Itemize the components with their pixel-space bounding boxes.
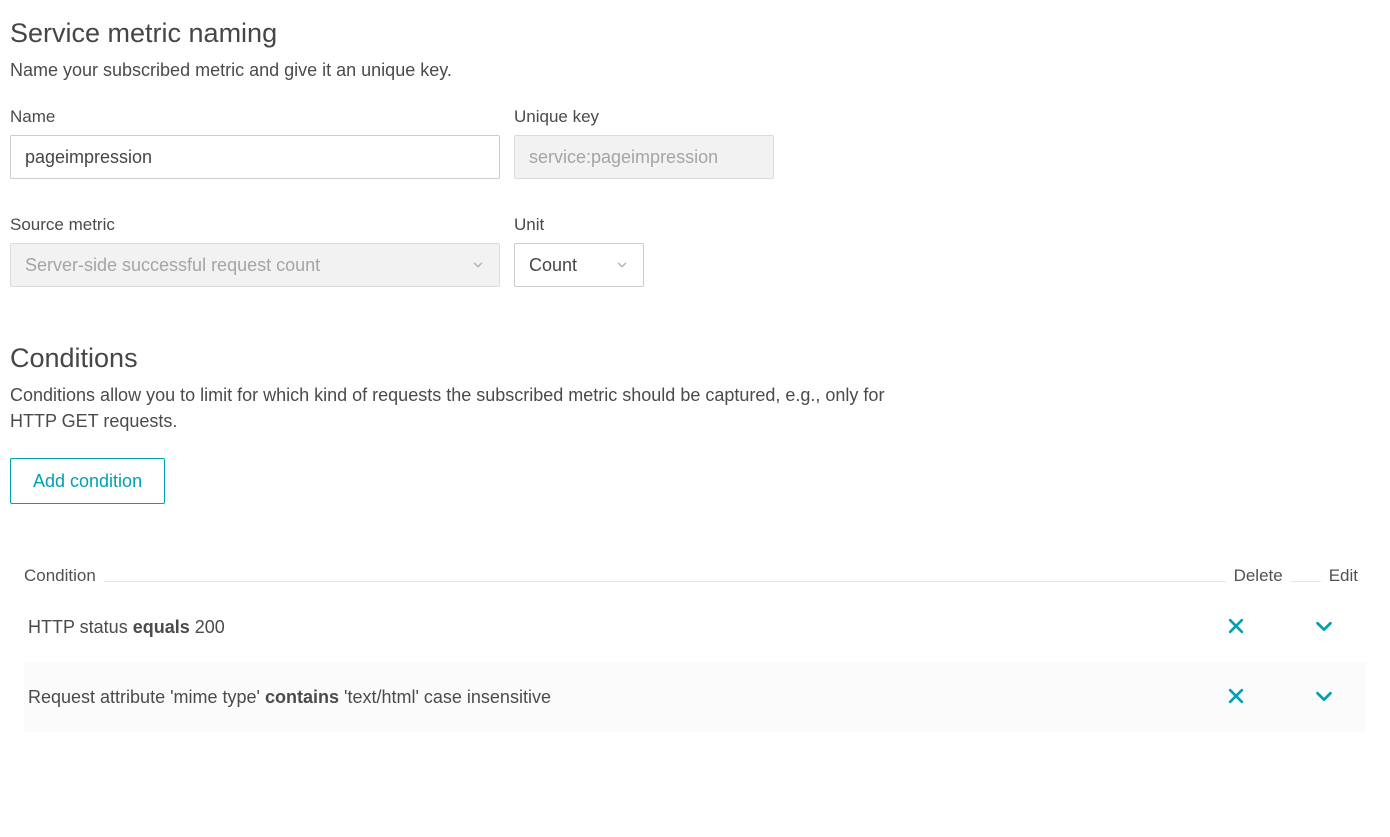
condition-operator: contains (265, 687, 339, 707)
condition-prefix: HTTP status (28, 617, 133, 637)
conditions-table-header: Condition Delete Edit (24, 566, 1366, 592)
condition-row: HTTP status equals 200 (24, 592, 1366, 662)
unit-select[interactable]: Count (514, 243, 644, 287)
header-delete: Delete (1226, 566, 1291, 586)
unit-label: Unit (514, 215, 644, 235)
chevron-down-icon (615, 258, 629, 272)
edit-condition-button[interactable] (1309, 681, 1339, 714)
chevron-down-icon (1313, 615, 1335, 640)
unique-key-input (514, 135, 774, 179)
condition-row: Request attribute 'mime type' contains '… (24, 662, 1366, 732)
condition-prefix: Request attribute 'mime type' (28, 687, 265, 707)
add-condition-label: Add condition (33, 471, 142, 492)
condition-suffix: 'text/html' case insensitive (339, 687, 551, 707)
source-metric-value: Server-side successful request count (25, 255, 320, 276)
add-condition-button[interactable]: Add condition (10, 458, 165, 504)
header-condition: Condition (24, 566, 104, 586)
close-icon (1226, 686, 1246, 709)
delete-condition-button[interactable] (1222, 612, 1250, 643)
unit-value: Count (529, 255, 577, 276)
name-label: Name (10, 107, 500, 127)
condition-suffix: 200 (190, 617, 225, 637)
source-metric-label: Source metric (10, 215, 500, 235)
chevron-down-icon (1313, 685, 1335, 710)
header-divider (104, 580, 1226, 582)
condition-operator: equals (133, 617, 190, 637)
source-metric-select: Server-side successful request count (10, 243, 500, 287)
condition-text: Request attribute 'mime type' contains '… (28, 687, 1206, 708)
edit-condition-button[interactable] (1309, 611, 1339, 644)
header-divider (1291, 580, 1321, 582)
section-naming-title: Service metric naming (10, 18, 1380, 49)
unique-key-label: Unique key (514, 107, 774, 127)
section-conditions-description: Conditions allow you to limit for which … (10, 382, 910, 434)
name-input[interactable] (10, 135, 500, 179)
header-edit: Edit (1321, 566, 1366, 586)
section-naming-description: Name your subscribed metric and give it … (10, 57, 910, 83)
condition-text: HTTP status equals 200 (28, 617, 1206, 638)
close-icon (1226, 616, 1246, 639)
chevron-down-icon (471, 258, 485, 272)
section-conditions-title: Conditions (10, 343, 1380, 374)
delete-condition-button[interactable] (1222, 682, 1250, 713)
